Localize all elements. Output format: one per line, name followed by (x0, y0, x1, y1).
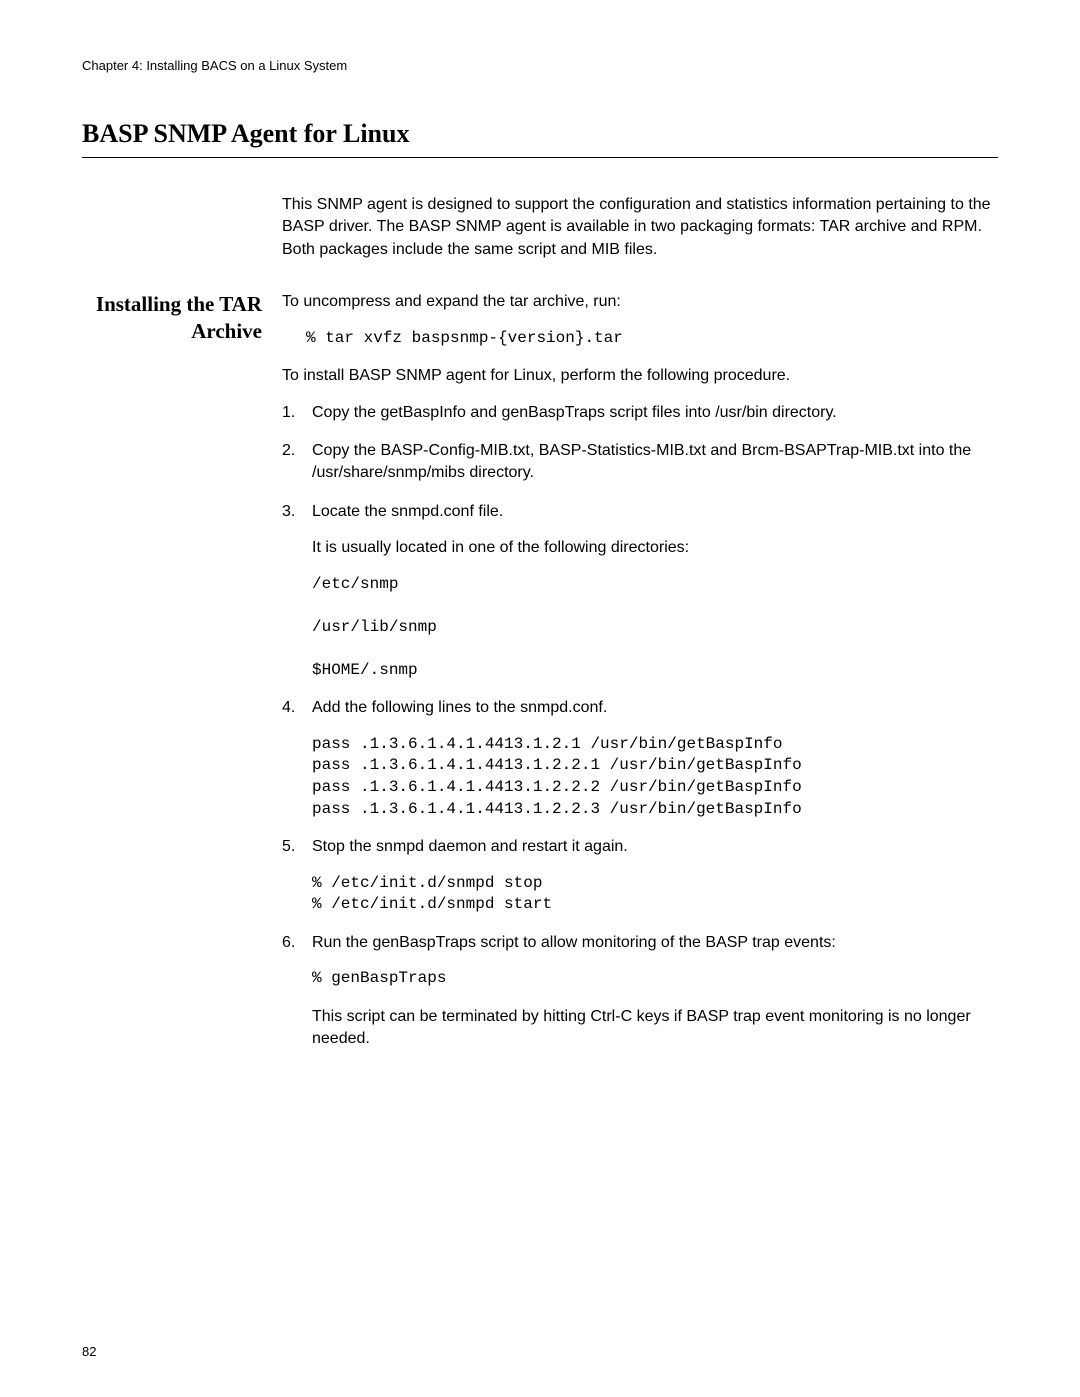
step-6: Run the genBaspTraps script to allow mon… (282, 932, 998, 1051)
step-6-text: Run the genBaspTraps script to allow mon… (312, 932, 998, 954)
intro-paragraph: This SNMP agent is designed to support t… (282, 194, 998, 261)
step-3: Locate the snmpd.conf file. It is usuall… (282, 501, 998, 682)
install-instruction: To install BASP SNMP agent for Linux, pe… (282, 365, 998, 387)
step-1-text: Copy the getBaspInfo and genBaspTraps sc… (312, 402, 998, 424)
section-heading: Installing the TAR Archive (82, 291, 262, 1066)
tar-command: % tar xvfz baspsnmp-{version}.tar (306, 328, 998, 350)
step-6-subtext: This script can be terminated by hitting… (312, 1006, 998, 1051)
step-4-text: Add the following lines to the snmpd.con… (312, 697, 998, 719)
step-5: Stop the snmpd daemon and restart it aga… (282, 836, 998, 916)
step-3-dirs: /etc/snmp /usr/lib/snmp $HOME/.snmp (312, 574, 998, 682)
section-body: To uncompress and expand the tar archive… (282, 291, 998, 1066)
step-5-code: % /etc/init.d/snmpd stop % /etc/init.d/s… (312, 873, 998, 916)
page-title: BASP SNMP Agent for Linux (82, 119, 998, 158)
chapter-header: Chapter 4: Installing BACS on a Linux Sy… (82, 58, 998, 73)
procedure-list: Copy the getBaspInfo and genBaspTraps sc… (282, 402, 998, 1051)
step-3-subtext: It is usually located in one of the foll… (312, 537, 998, 559)
step-5-text: Stop the snmpd daemon and restart it aga… (312, 836, 998, 858)
step-1: Copy the getBaspInfo and genBaspTraps sc… (282, 402, 998, 424)
step-2: Copy the BASP-Config-MIB.txt, BASP-Stati… (282, 440, 998, 485)
step-4: Add the following lines to the snmpd.con… (282, 697, 998, 820)
page-number: 82 (82, 1344, 96, 1359)
step-4-code: pass .1.3.6.1.4.1.4413.1.2.1 /usr/bin/ge… (312, 734, 998, 820)
document-page: Chapter 4: Installing BACS on a Linux Sy… (0, 0, 1080, 1107)
step-3-text: Locate the snmpd.conf file. (312, 501, 998, 523)
section-installing-tar: Installing the TAR Archive To uncompress… (82, 291, 998, 1066)
step-6-code: % genBaspTraps (312, 968, 998, 990)
step-2-text: Copy the BASP-Config-MIB.txt, BASP-Stati… (312, 440, 998, 485)
uncompress-instruction: To uncompress and expand the tar archive… (282, 291, 998, 313)
